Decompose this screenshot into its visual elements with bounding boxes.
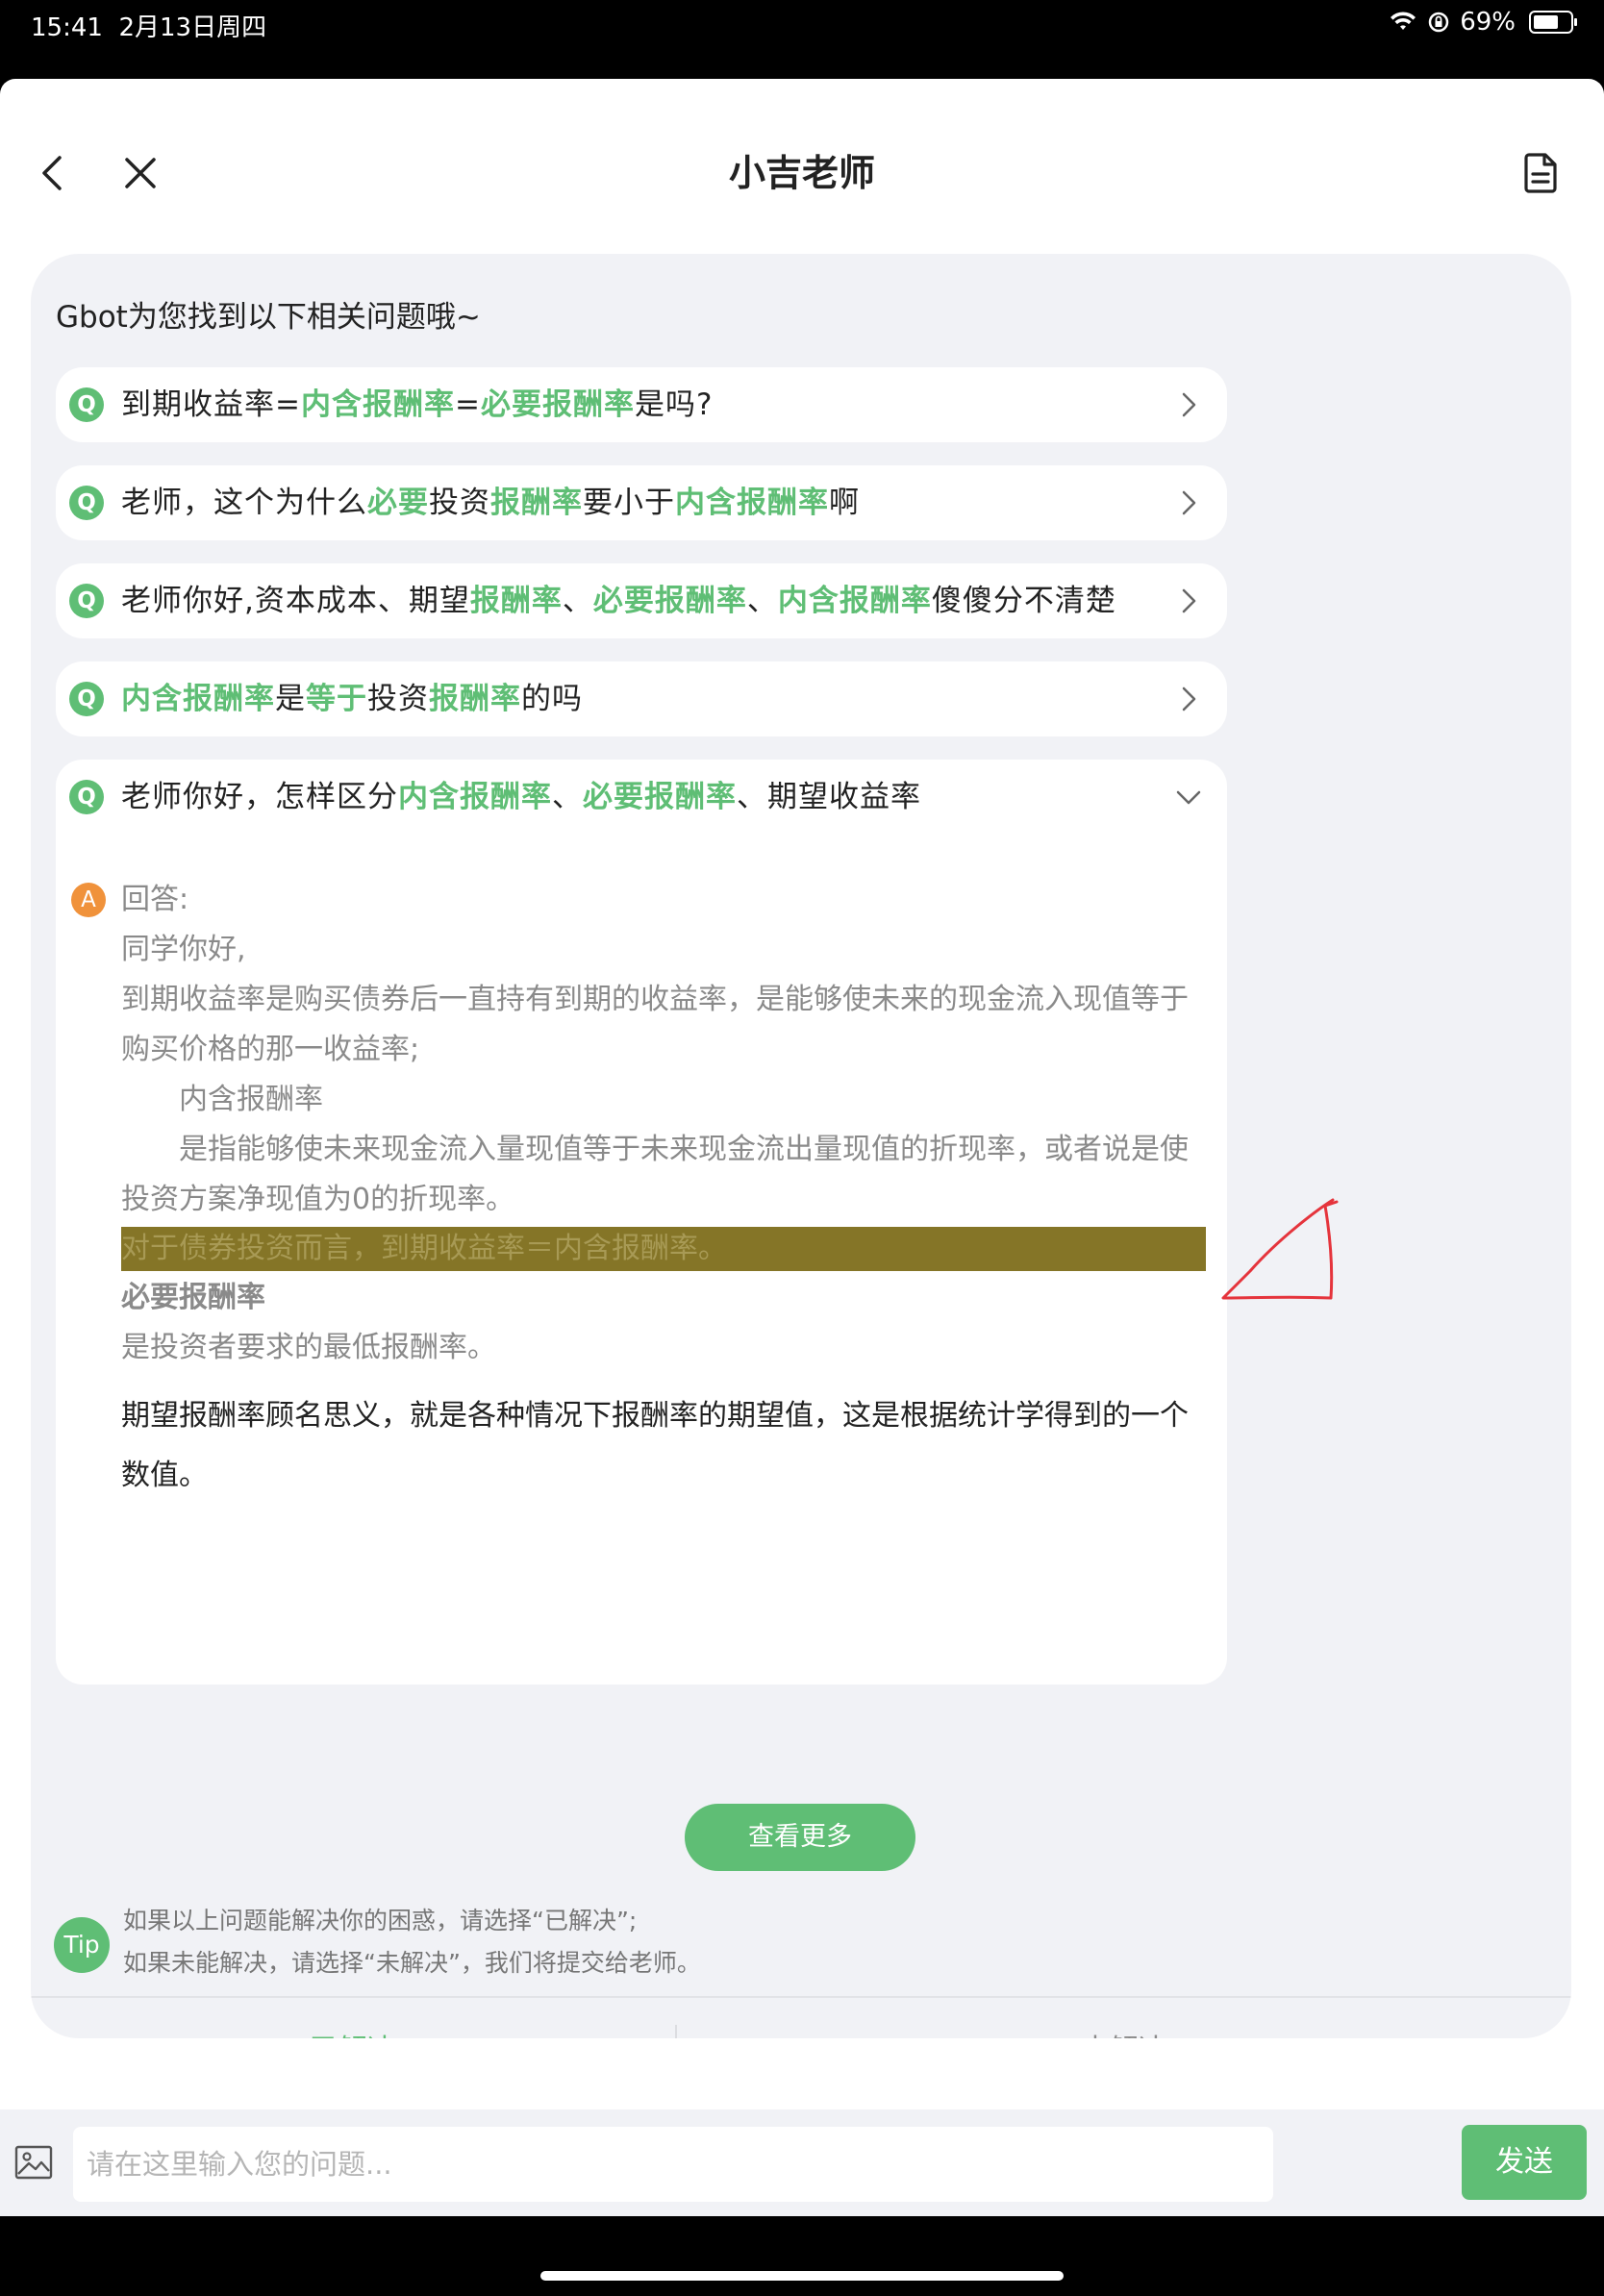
question-segment: 投资: [429, 486, 490, 520]
answer-paragraph: 是指能够使未来现金流入量现值等于未来现金流出量现值的折现率，或者说是使: [179, 1133, 1189, 1166]
question-segment: 啊: [829, 486, 860, 520]
answer-label: 回答:: [121, 883, 189, 916]
question-segment: 老师你好,资本成本、期望: [121, 584, 470, 618]
keyword-highlight: 必要报酬率: [480, 387, 635, 422]
pen-annotation: [1221, 1198, 1339, 1300]
question-segment: 是: [275, 682, 306, 716]
question-input[interactable]: [73, 2127, 1273, 2202]
question-item-expanded: Q 老师你好，怎样区分内含报酬率、必要报酬率、期望收益率 A 回答: 同学你好,…: [56, 760, 1227, 1685]
status-bar: 15:41 2月13日周四 69%: [0, 0, 1604, 79]
keyword-highlight: 必要: [367, 486, 429, 520]
unresolved-button[interactable]: 未解决: [677, 1998, 1571, 2038]
question-item[interactable]: Q 老师你好,资本成本、期望报酬率、必要报酬率、内含报酬率傻傻分不清楚: [56, 563, 1227, 638]
answer-paragraph: 是投资者要求的最低报酬率。: [121, 1331, 496, 1364]
input-bar: 发送: [0, 2109, 1604, 2216]
question-text: 到期收益率=内含报酬率=必要报酬率是吗?: [121, 367, 713, 442]
chevron-right-icon: [1182, 588, 1196, 613]
keyword-highlight: 等于: [306, 682, 367, 716]
question-item[interactable]: Q 到期收益率=内含报酬率=必要报酬率是吗?: [56, 367, 1227, 442]
battery-icon: [1529, 11, 1577, 34]
question-text: 老师，这个为什么必要投资报酬率要小于内含报酬率啊: [121, 465, 860, 540]
intro-text: Gbot为您找到以下相关问题哦~: [56, 300, 481, 335]
answer-paragraph: 到期收益率是购买债券后一直持有到期的收益率，是能够使未来的现金流入现值等于: [121, 983, 1189, 1016]
tip-badge: Tip: [54, 1917, 110, 1973]
chevron-down-icon: [1176, 790, 1201, 805]
question-item[interactable]: Q 老师，这个为什么必要投资报酬率要小于内含报酬率啊: [56, 465, 1227, 540]
question-icon: Q: [69, 584, 104, 618]
keyword-highlight: 内含报酬率: [675, 486, 829, 520]
question-segment: 、: [562, 584, 593, 618]
question-icon: Q: [69, 780, 104, 814]
question-icon: Q: [69, 486, 104, 520]
question-item[interactable]: Q 内含报酬率是等于投资报酬率的吗: [56, 661, 1227, 736]
keyword-highlight: 内含报酬率: [398, 780, 552, 814]
chevron-right-icon: [1182, 490, 1196, 515]
question-segment: 的吗: [521, 682, 583, 716]
status-date: 2月13日周四: [118, 13, 267, 42]
question-segment: 、: [746, 584, 778, 618]
chevron-right-icon: [1182, 392, 1196, 417]
question-segment: 投资: [367, 682, 429, 716]
resolved-button[interactable]: 已解决: [31, 1998, 675, 2038]
question-icon: Q: [69, 387, 104, 422]
page-title: 小吉老师: [728, 152, 875, 194]
status-clock: 15:41: [31, 13, 103, 42]
question-text: 老师你好，怎样区分内含报酬率、必要报酬率、期望收益率: [121, 760, 921, 835]
highlighted-text: 对于债券投资而言，到期收益率＝内含报酬率。: [121, 1227, 1206, 1271]
answer-subtitle: 必要报酬率: [121, 1281, 265, 1314]
status-right: 69%: [1389, 8, 1577, 37]
send-button[interactable]: 发送: [1462, 2125, 1587, 2200]
question-segment: 、: [552, 780, 583, 814]
answer-card: Gbot为您找到以下相关问题哦~ Q 到期收益率=内含报酬率=必要报酬率是吗? …: [31, 254, 1571, 2038]
status-time: 15:41 2月13日周四: [31, 8, 266, 43]
home-indicator: [540, 2271, 1064, 2281]
keyword-highlight: 必要报酬率: [583, 780, 737, 814]
question-segment: 、期望收益率: [737, 780, 921, 814]
nav-bar: 小吉老师: [0, 79, 1604, 252]
wifi-icon: [1391, 12, 1416, 30]
question-icon: Q: [69, 682, 104, 716]
answer-paragraph: 期望报酬率顾名思义，就是各种情况下报酬率的期望值，这是根据统计学得到的一个: [121, 1399, 1189, 1433]
question-segment: 是吗?: [634, 387, 714, 422]
question-segment: 傻傻分不清楚: [931, 584, 1116, 618]
answer-icon: A: [71, 883, 106, 917]
question-text: 老师你好,资本成本、期望报酬率、必要报酬率、内含报酬率傻傻分不清楚: [121, 563, 1116, 638]
tip-line: 如果以上问题能解决你的困惑，请选择“已解决”;: [123, 1907, 638, 1934]
keyword-highlight: 报酬率: [469, 584, 563, 618]
image-icon: [14, 2145, 53, 2180]
document-icon: [1524, 153, 1557, 193]
chat-sheet: 小吉老师 Gbot为您找到以下相关问题哦~ Q 到期收益率=内含报酬率=必要报酬…: [0, 79, 1604, 2216]
keyword-highlight: 内含报酬率: [121, 682, 275, 716]
question-text: 内含报酬率是等于投资报酬率的吗: [121, 661, 583, 736]
chevron-right-icon: [1182, 686, 1196, 711]
question-segment: 要小于: [583, 486, 675, 520]
answer-paragraph: 数值。: [121, 1459, 208, 1492]
answer-greeting: 同学你好,: [121, 933, 246, 966]
answer-paragraph: 购买价格的那一收益率;: [121, 1033, 420, 1066]
battery-percent: 69%: [1460, 8, 1516, 37]
tip-line: 如果未能解决，请选择“未解决”，我们将提交给老师。: [123, 1949, 701, 1977]
document-button[interactable]: [1514, 146, 1567, 200]
question-segment: 老师，这个为什么: [121, 486, 367, 520]
answer-subtitle: 内含报酬率: [179, 1083, 323, 1116]
image-upload-button[interactable]: [13, 2142, 54, 2183]
keyword-highlight: 内含报酬率: [300, 387, 455, 422]
keyword-highlight: 内含报酬率: [777, 584, 932, 618]
answer-content: 回答: 同学你好, 到期收益率是购买债券后一直持有到期的收益率，是能够使未来的现…: [121, 875, 1206, 1506]
answer-paragraph: 投资方案净现值为0的折现率。: [121, 1183, 515, 1216]
view-more-button[interactable]: 查看更多: [685, 1804, 915, 1871]
keyword-highlight: 必要报酬率: [592, 584, 747, 618]
rotation-lock-icon: [1428, 12, 1449, 33]
keyword-highlight: 报酬率: [429, 682, 521, 716]
question-segment: 老师你好，怎样区分: [121, 780, 398, 814]
question-segment: 到期收益率=: [121, 387, 301, 422]
question-header[interactable]: Q 老师你好，怎样区分内含报酬率、必要报酬率、期望收益率: [56, 760, 1227, 835]
question-segment: =: [454, 387, 481, 422]
keyword-highlight: 报酬率: [490, 486, 583, 520]
